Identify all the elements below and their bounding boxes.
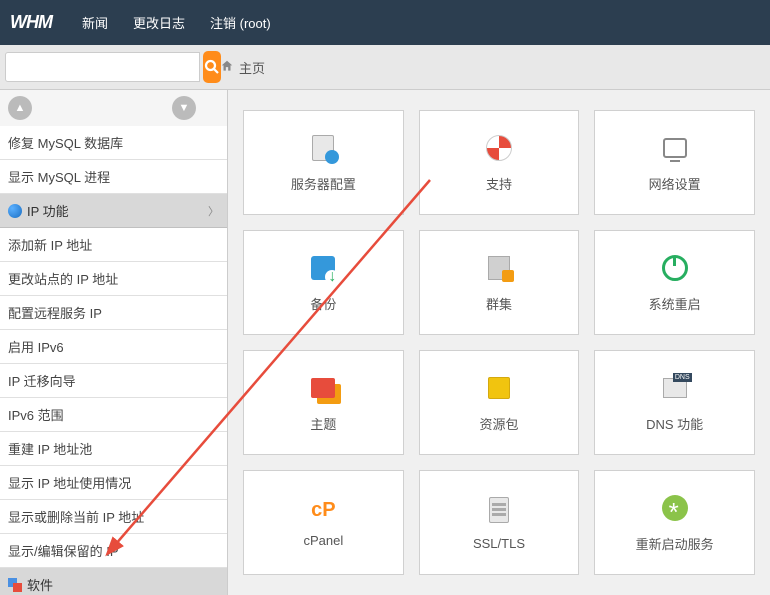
theme-icon xyxy=(307,372,339,404)
breadcrumb: 主页 xyxy=(220,58,265,77)
tile-backup[interactable]: 备份 xyxy=(243,230,404,335)
collapse-row: ▲ ▼ xyxy=(0,90,227,126)
tile-reboot[interactable]: 系统重启 xyxy=(594,230,755,335)
topbar: WHM 新闻 更改日志 注销 (root) xyxy=(0,0,770,45)
sidebar-item-enable-ipv6[interactable]: 启用 IPv6 xyxy=(0,330,227,364)
tile-dns[interactable]: DNS 功能 xyxy=(594,350,755,455)
nav-changelog[interactable]: 更改日志 xyxy=(133,13,185,32)
tile-dns-label: DNS 功能 xyxy=(646,414,703,433)
tile-theme[interactable]: 主题 xyxy=(243,350,404,455)
tile-ssl-label: SSL/TLS xyxy=(473,536,525,551)
sidebar-item-show-mysql[interactable]: 显示 MySQL 进程 xyxy=(0,160,227,194)
sidebar-item-ip-usage[interactable]: 显示 IP 地址使用情况 xyxy=(0,466,227,500)
sidebar-section-software[interactable]: 软件 xyxy=(0,568,227,595)
search-wrap xyxy=(0,51,210,83)
tile-backup-label: 备份 xyxy=(310,294,336,313)
sidebar-item-rebuild-pool[interactable]: 重建 IP 地址池 xyxy=(0,432,227,466)
sidebar-section-ip-label: IP 功能 xyxy=(27,201,69,220)
sidebar-section-ip[interactable]: IP 功能 〉 xyxy=(0,194,227,228)
software-icon xyxy=(8,578,22,592)
tile-server-config[interactable]: 服务器配置 xyxy=(243,110,404,215)
tile-theme-label: 主题 xyxy=(310,414,336,433)
tile-cpanel[interactable]: cP cPanel xyxy=(243,470,404,575)
home-icon[interactable] xyxy=(220,59,234,76)
tile-packages[interactable]: 资源包 xyxy=(419,350,580,455)
dns-icon xyxy=(659,372,691,404)
restart-icon xyxy=(659,492,691,524)
tile-server-config-label: 服务器配置 xyxy=(291,174,356,193)
main: ▲ ▼ 修复 MySQL 数据库 显示 MySQL 进程 IP 功能 〉 添加新… xyxy=(0,90,770,595)
backup-icon xyxy=(307,252,339,284)
tile-reboot-label: 系统重启 xyxy=(649,294,701,313)
sidebar-item-reserved-ip[interactable]: 显示/编辑保留的 IP xyxy=(0,534,227,568)
tile-ssl[interactable]: SSL/TLS xyxy=(419,470,580,575)
sidebar-item-remote-service-ip[interactable]: 配置远程服务 IP xyxy=(0,296,227,330)
cpanel-icon: cP xyxy=(310,497,336,523)
sidebar-item-add-ip[interactable]: 添加新 IP 地址 xyxy=(0,228,227,262)
search-icon xyxy=(203,58,221,76)
search-button[interactable] xyxy=(203,51,221,83)
server-config-icon xyxy=(307,132,339,164)
whm-logo: WHM xyxy=(10,12,52,33)
tile-support-label: 支持 xyxy=(486,174,512,193)
sidebar-item-repair-mysql[interactable]: 修复 MySQL 数据库 xyxy=(0,126,227,160)
sidebar-item-ip-migration[interactable]: IP 迁移向导 xyxy=(0,364,227,398)
tile-restart[interactable]: 重新启动服务 xyxy=(594,470,755,575)
collapse-down-button[interactable]: ▼ xyxy=(172,96,196,120)
tile-grid: 服务器配置 支持 网络设置 备份 群集 系统重启 xyxy=(243,110,755,575)
tile-network-label: 网络设置 xyxy=(649,174,701,193)
sidebar: ▲ ▼ 修复 MySQL 数据库 显示 MySQL 进程 IP 功能 〉 添加新… xyxy=(0,90,228,595)
collapse-up-button[interactable]: ▲ xyxy=(8,96,32,120)
power-icon xyxy=(659,252,691,284)
search-input[interactable] xyxy=(5,52,200,82)
support-icon xyxy=(483,132,515,164)
content-area: 服务器配置 支持 网络设置 备份 群集 系统重启 xyxy=(228,90,770,595)
chevron-icon: 〉 xyxy=(208,203,219,219)
tile-packages-label: 资源包 xyxy=(479,414,518,433)
nav-logout[interactable]: 注销 (root) xyxy=(210,13,271,32)
searchbar-row: 主页 xyxy=(0,45,770,90)
sidebar-item-ipv6-range[interactable]: IPv6 范围 xyxy=(0,398,227,432)
network-icon xyxy=(659,132,691,164)
package-icon xyxy=(483,372,515,404)
tile-network[interactable]: 网络设置 xyxy=(594,110,755,215)
sidebar-item-change-site-ip[interactable]: 更改站点的 IP 地址 xyxy=(0,262,227,296)
tile-cpanel-label: cPanel xyxy=(303,533,343,548)
tile-cluster[interactable]: 群集 xyxy=(419,230,580,335)
tile-support[interactable]: 支持 xyxy=(419,110,580,215)
globe-icon xyxy=(8,204,22,218)
cluster-icon xyxy=(483,252,515,284)
tile-restart-label: 重新启动服务 xyxy=(636,534,714,553)
nav-news[interactable]: 新闻 xyxy=(82,13,108,32)
top-navigation: 新闻 更改日志 注销 (root) xyxy=(82,13,271,32)
ssl-icon xyxy=(483,494,515,526)
sidebar-section-software-label: 软件 xyxy=(27,575,53,594)
sidebar-item-show-delete-ip[interactable]: 显示或删除当前 IP 地址 xyxy=(0,500,227,534)
breadcrumb-home[interactable]: 主页 xyxy=(239,58,265,77)
tile-cluster-label: 群集 xyxy=(486,294,512,313)
